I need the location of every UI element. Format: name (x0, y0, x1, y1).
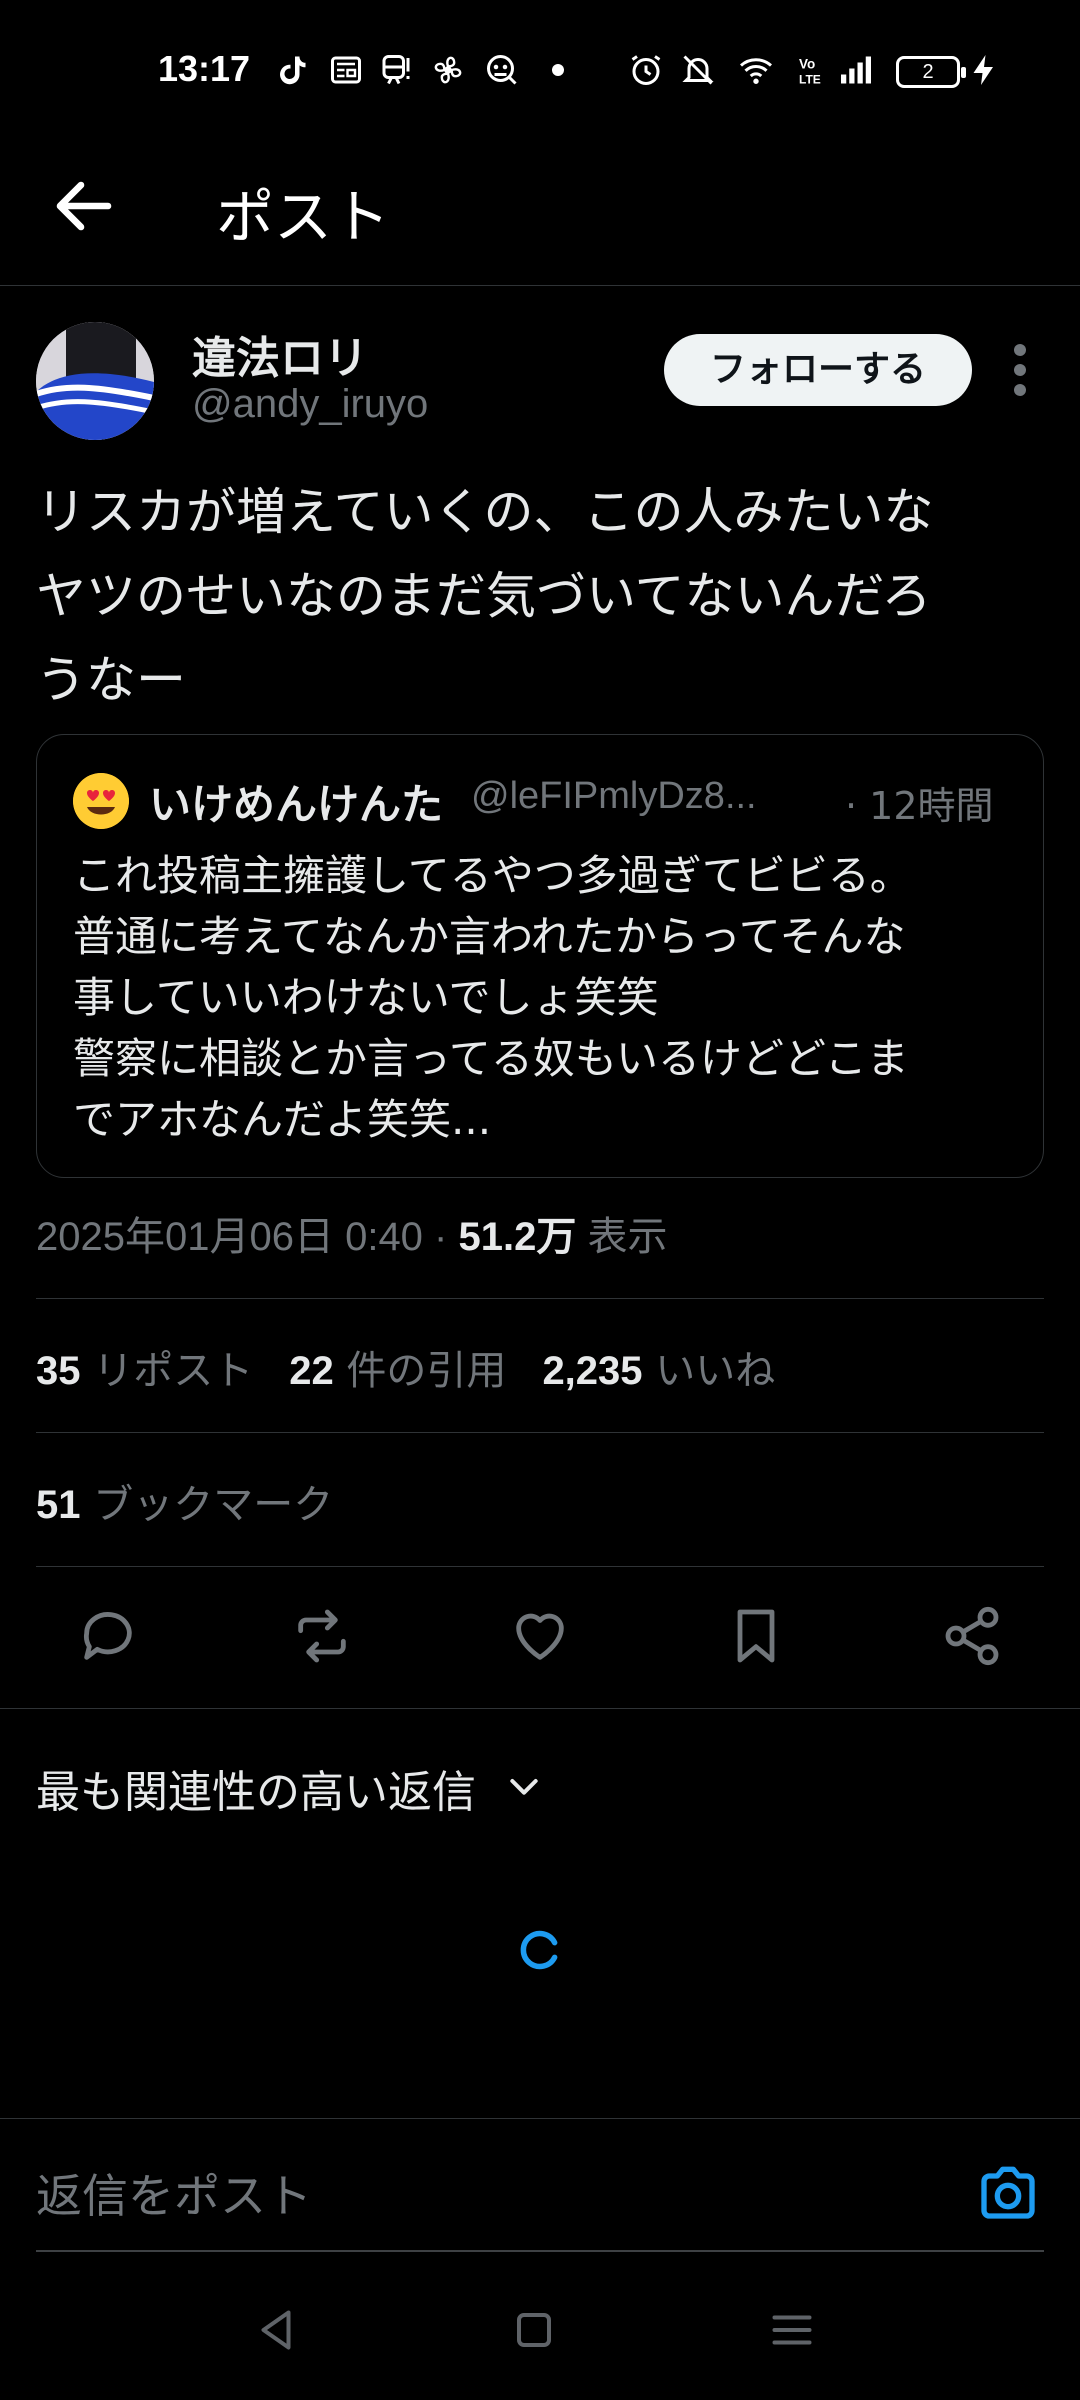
divider (36, 1298, 1044, 1299)
battery-icon: 2 (896, 56, 966, 88)
views-count: 51.2万 (458, 1215, 577, 1259)
quoted-author-name: いけめんけんた (149, 780, 444, 829)
more-options-icon[interactable] (1004, 340, 1036, 400)
avatar-image (36, 322, 154, 440)
back-arrow-icon[interactable] (48, 170, 120, 242)
charging-icon (973, 55, 993, 85)
quotes-stat[interactable]: 22 件の引用 (289, 1348, 506, 1394)
follow-button[interactable]: フォローする (664, 334, 972, 406)
nav-menu-icon[interactable] (762, 2300, 822, 2360)
likes-stat[interactable]: 2,235 いいね (542, 1348, 775, 1394)
likes-count: 2,235 (542, 1349, 643, 1393)
bookmarks-count: 51 (36, 1483, 81, 1527)
quotes-count: 22 (289, 1349, 334, 1393)
camera-icon[interactable] (976, 2162, 1040, 2222)
post-timestamp: 2025年01月06日 0:40 · (36, 1215, 459, 1259)
author-handle[interactable]: @andy_iruyo (192, 382, 428, 427)
svg-text:LTE: LTE (799, 73, 821, 87)
nav-back-icon[interactable] (246, 2300, 306, 2360)
volte-icon: VoLTE (799, 57, 821, 87)
likes-label: いいね (642, 1348, 776, 1394)
divider (0, 2118, 1080, 2119)
divider (0, 1708, 1080, 1709)
engagement-stats: 35 リポスト 22 件の引用 2,235 いいね (36, 1338, 775, 1396)
bookmark-icon[interactable] (724, 1604, 788, 1668)
reply-icon[interactable] (76, 1604, 140, 1668)
quoted-post-text: これ投稿主擁護してるやつ多過ぎてビビる。 普通に考えてなんか言われたからってそん… (73, 851, 912, 1144)
views-label: 表示 (576, 1215, 668, 1259)
top-app-bar: ポスト (0, 140, 1080, 286)
reposts-count: 35 (36, 1349, 81, 1393)
reposts-stat[interactable]: 35 リポスト (36, 1348, 253, 1394)
status-time: 13:17 (158, 48, 251, 89)
fan-icon (434, 56, 462, 84)
like-icon[interactable] (508, 1604, 572, 1668)
dot-icon (552, 64, 564, 76)
chevron-down-icon[interactable] (504, 1766, 544, 1806)
train-icon (382, 55, 410, 85)
nav-home-icon[interactable] (504, 2300, 564, 2360)
robot-icon (487, 55, 517, 85)
loading-spinner-icon (520, 1930, 558, 1970)
wifi-icon (740, 58, 772, 84)
page-title: ポスト (216, 183, 391, 251)
tiktok-icon (280, 56, 306, 85)
repost-icon[interactable] (290, 1604, 354, 1668)
svg-text:Vo: Vo (799, 57, 815, 72)
reposts-label: リポスト (80, 1348, 254, 1394)
mute-icon (682, 55, 714, 85)
author-avatar[interactable] (36, 322, 154, 440)
alarm-icon (631, 55, 661, 85)
quoted-post[interactable]: いけめんけんた @leFIPmlyDz8... · 12時間 これ投稿主擁護して… (36, 734, 1044, 1178)
divider (36, 1432, 1044, 1433)
post-text: リスカが増えていくの、この人みたいな ヤツのせいなのまだ気づいてないんだろ うな… (36, 483, 934, 709)
reply-input[interactable]: 返信をポスト (36, 2160, 956, 2226)
quoted-post-time: · 12時間 (845, 784, 994, 828)
news-icon (331, 56, 361, 84)
quotes-label: 件の引用 (333, 1348, 507, 1394)
author-name[interactable]: 違法ロリ (192, 322, 368, 386)
quoted-author-handle: @leFIPmlyDz8... (471, 775, 757, 817)
heart-eyes-emoji-avatar (73, 773, 129, 829)
signal-icon (841, 56, 871, 84)
bookmarks-label: ブックマーク (80, 1482, 334, 1528)
post-meta: 2025年01月06日 0:40 · 51.2万 表示 (36, 1204, 667, 1262)
bookmarks-stat[interactable]: 51 ブックマーク (36, 1472, 333, 1530)
reply-input-underline (36, 2250, 1044, 2252)
divider (36, 1566, 1044, 1567)
status-bar: 13:17 Vo LTE 2 (0, 0, 1080, 140)
share-icon[interactable] (940, 1604, 1004, 1668)
reply-sort-selector[interactable]: 最も関連性の高い返信 (36, 1756, 476, 1820)
